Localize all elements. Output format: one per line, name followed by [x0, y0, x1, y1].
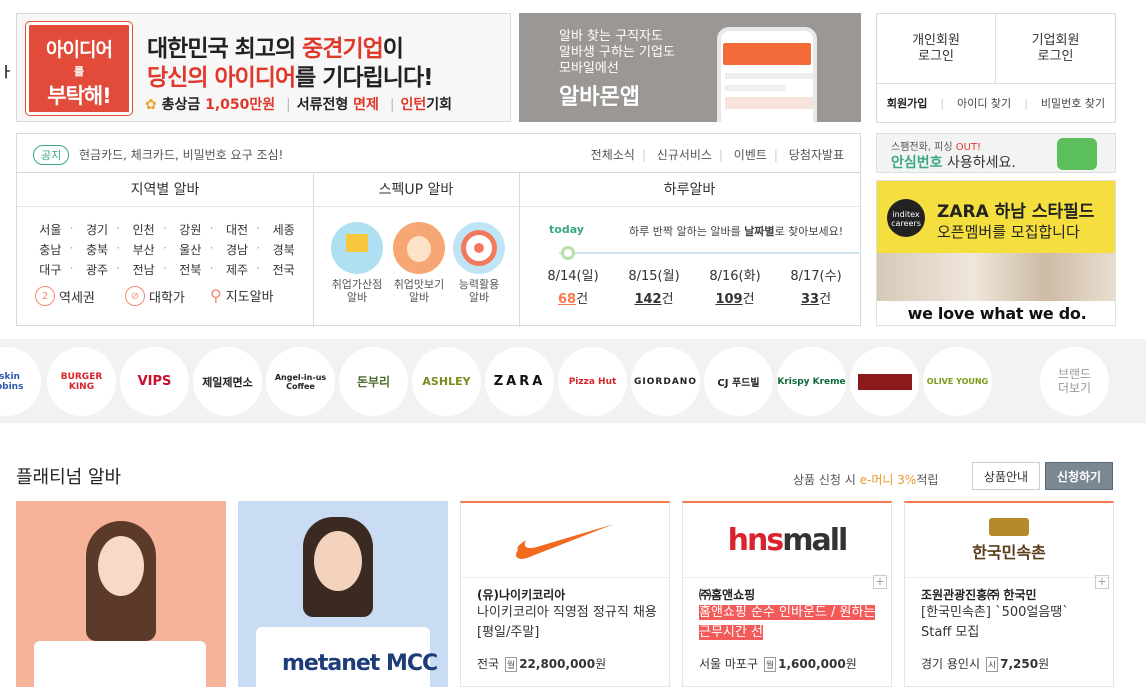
region-item[interactable]: 서울: [27, 221, 74, 238]
region-item[interactable]: 대구: [27, 261, 74, 278]
outback-logo: [857, 373, 912, 390]
daily-description: 하루 반짝 알하는 알바를 날짜별로 찾아보세요!: [629, 225, 844, 238]
region-item[interactable]: 경남: [210, 241, 261, 258]
brand-cj-foodville[interactable]: CJ 푸드빌: [704, 347, 773, 416]
spec-trial-job[interactable]: 취업맛보기 알바: [391, 222, 447, 304]
idea-contest-banner[interactable]: 아이디어 를 부탁해! 대한민국 최고의 중견기업이 당신의 아이디어를 기다립…: [16, 13, 511, 122]
login-panel: 개인회원 로그인 기업회원 로그인 회원가입 | 아이디 찾기 | 비밀번호 찾…: [876, 13, 1116, 123]
brand-angel-in-us[interactable]: Angel-in-us Coffee: [266, 347, 335, 416]
brand-vips[interactable]: VIPS: [120, 347, 189, 416]
day-count[interactable]: 109건: [700, 288, 770, 307]
job-card-hnsmall[interactable]: hnsmall + ㈜홈앤쇼핑 홈앤쇼핑 순수 인바운드 / 원하는 근무시간 …: [682, 501, 892, 687]
day-date[interactable]: 8/16(화): [700, 265, 770, 284]
brand-giordano[interactable]: GIORDANO: [631, 347, 700, 416]
map-job-link[interactable]: ⚲ 지도알바: [210, 286, 274, 305]
product-info-button[interactable]: 상품안내: [972, 462, 1040, 490]
day-date[interactable]: 8/14(일): [538, 265, 608, 284]
corporate-login-button[interactable]: 기업회원 로그인: [996, 14, 1115, 84]
spec-title: 스펙UP 알바: [378, 182, 454, 198]
find-password-link[interactable]: 비밀번호 찾기: [1041, 95, 1105, 111]
brand-ashley[interactable]: ASHLEY: [412, 347, 481, 416]
region-list: 서울 경기 인천 강원 대전 세종 충남 충북 부산 울산 경남 경북 대구 광…: [27, 221, 307, 278]
add-plus-icon[interactable]: +: [1095, 575, 1109, 589]
timeline: [559, 252, 859, 254]
region-item[interactable]: 충북: [70, 241, 121, 258]
station-link[interactable]: 2 역세권: [35, 286, 95, 306]
metanet-logo: metanet MCC: [282, 651, 438, 676]
phone-image: [717, 27, 817, 122]
region-item[interactable]: 경북: [256, 241, 307, 258]
trophy-icon: ✿: [145, 97, 157, 113]
inditex-logo: inditex careers: [887, 199, 925, 237]
map-pin-icon: ⚲: [210, 286, 222, 305]
folk-village-logo: 한국민속촌: [905, 503, 1113, 578]
nike-logo: [461, 503, 669, 578]
banner-perks: ✿ 총상금 1,050만원 | 서류전형 면제 | 인턴기회: [145, 97, 453, 113]
person-icon: [393, 222, 445, 274]
brand-zara[interactable]: ZARA: [485, 347, 554, 416]
region-item[interactable]: 충남: [27, 241, 74, 258]
zara-recruit-ad[interactable]: inditex careers ZARA 하남 스타필드 오픈멤버를 모집합니다…: [876, 180, 1116, 326]
spec-skill-job[interactable]: 능력활용 알바: [451, 222, 507, 304]
region-item[interactable]: 전북: [163, 261, 214, 278]
add-plus-icon[interactable]: +: [873, 575, 887, 589]
brand-outback[interactable]: [850, 347, 919, 416]
brand-pizza-hut[interactable]: Pizza Hut: [558, 347, 627, 416]
banner-headline-2: 당신의 아이디어를 기다립니다!: [147, 65, 434, 91]
personal-login-button[interactable]: 개인회원 로그인: [877, 14, 996, 84]
flag-icon: [331, 222, 383, 274]
region-item[interactable]: 세종: [256, 221, 307, 238]
albamon-app-ad[interactable]: 알바 찾는 구직자도 알바생 구하는 기업도 모바일에선 알바몬앱: [519, 13, 861, 122]
find-id-link[interactable]: 아이디 찾기: [957, 95, 1011, 111]
brand-olive-young[interactable]: OLIVE YOUNG: [923, 347, 992, 416]
day-date[interactable]: 8/15(월): [619, 265, 689, 284]
job-search-panel: 공지 현금카드, 체크카드, 비밀번호 요구 조심! 전체소식 | 신규서비스 | …: [16, 133, 861, 327]
region-item[interactable]: 제주: [210, 261, 261, 278]
brand-burger-king[interactable]: BURGER KING: [47, 347, 116, 416]
ad-photo-woman[interactable]: [16, 501, 226, 687]
day-count[interactable]: 142건: [619, 288, 689, 307]
job-card-nike[interactable]: (유)나이키코리아 나이키코리아 직영점 정규직 채용[평일/주말] 전국 월2…: [460, 501, 670, 687]
brand-jeil-jemyeonso[interactable]: 제일제면소: [193, 347, 262, 416]
region-item[interactable]: 부산: [116, 241, 167, 258]
brand-donburi[interactable]: 돈부리: [339, 347, 408, 416]
phone-call-icon: [1057, 138, 1097, 170]
region-item[interactable]: 강원: [163, 221, 214, 238]
today-label: today: [549, 223, 584, 236]
compass-icon: ⊘: [125, 286, 145, 306]
brand-strip: askin obbins BURGER KING VIPS 제일제면소 Ange…: [0, 339, 1146, 423]
brand-krispy-kreme[interactable]: Krispy Kreme: [777, 347, 846, 416]
hnsmall-logo: hnsmall: [683, 503, 891, 578]
target-icon: [453, 222, 505, 274]
brand-baskin-robbins[interactable]: askin obbins: [0, 347, 41, 416]
region-item[interactable]: 울산: [163, 241, 214, 258]
region-item[interactable]: 경기: [70, 221, 121, 238]
day-date[interactable]: 8/17(수): [781, 265, 851, 284]
safe-number-ad[interactable]: 스팸전화, 피싱 OUT! 안심번호 사용하세요.: [876, 133, 1116, 173]
idea-logo: 아이디어 를 부탁해!: [25, 21, 133, 116]
job-card-folk-village[interactable]: 한국민속촌 + 조원관광진흥㈜ 한국민 [한국민속촌] `500얼음땡` Sta…: [904, 501, 1114, 687]
day-count[interactable]: 68건: [538, 288, 608, 307]
apply-button[interactable]: 신청하기: [1045, 462, 1113, 490]
signup-link[interactable]: 회원가입: [887, 95, 927, 111]
campus-link[interactable]: ⊘ 대학가: [125, 286, 185, 306]
region-item[interactable]: 전남: [116, 261, 167, 278]
region-item[interactable]: 인천: [116, 221, 167, 238]
notice-text[interactable]: 현금카드, 체크카드, 비밀번호 요구 조심!: [79, 146, 283, 163]
day-count[interactable]: 33건: [781, 288, 851, 307]
today-dot: [561, 246, 575, 260]
notice-badge: 공지: [33, 145, 70, 165]
region-title: 지역별 알바: [130, 182, 200, 198]
region-item[interactable]: 대전: [210, 221, 261, 238]
spec-bonus-job[interactable]: 취업가산점 알바: [329, 222, 385, 304]
subway-icon: 2: [35, 286, 55, 306]
platinum-title: 플래티넘 알바: [16, 467, 122, 488]
truncated-left-text: ㅏ: [0, 65, 13, 81]
region-item[interactable]: 전국: [256, 261, 307, 278]
brand-more-button[interactable]: 브랜드 더보기: [1040, 347, 1109, 416]
platinum-note: 상품 신청 시 e-머니 3%적립: [793, 473, 939, 487]
ad-photo-metanet[interactable]: metanet MCC: [238, 501, 448, 687]
region-item[interactable]: 광주: [70, 261, 121, 278]
